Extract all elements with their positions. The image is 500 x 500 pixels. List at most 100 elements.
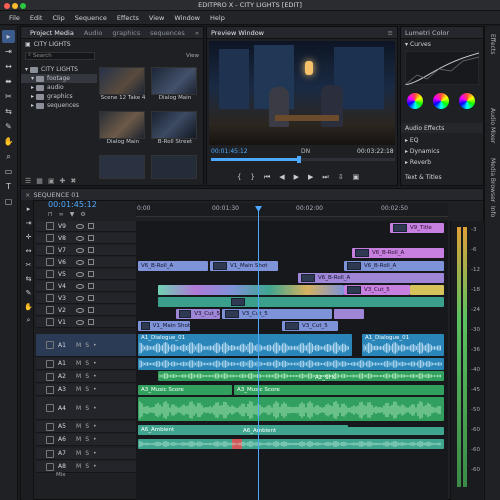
- sync-icon[interactable]: [88, 247, 94, 253]
- move-icon[interactable]: ✛: [22, 230, 35, 243]
- pen-tool-icon[interactable]: ✎: [2, 120, 15, 133]
- play-icon[interactable]: ▶: [294, 173, 299, 182]
- insert-icon[interactable]: ⇩: [338, 173, 344, 182]
- video-track-header[interactable]: V3: [36, 293, 136, 304]
- mark-in-icon[interactable]: {: [237, 173, 241, 182]
- rolling-tool-icon[interactable]: ⬌: [2, 75, 15, 88]
- mic-icon[interactable]: •: [93, 423, 97, 430]
- audio-track-header[interactable]: A8 M S •: [36, 461, 136, 473]
- lock-icon[interactable]: [46, 318, 54, 326]
- scrub-bar[interactable]: [211, 156, 395, 163]
- eye-icon[interactable]: [76, 259, 84, 265]
- sync-icon[interactable]: [88, 295, 94, 301]
- mic-icon[interactable]: •: [93, 373, 97, 380]
- effect-reverb[interactable]: ▸ Reverb: [405, 159, 431, 166]
- lock-icon[interactable]: [46, 282, 54, 290]
- media-browser-tab[interactable]: Media Browser: [489, 158, 496, 202]
- video-track-header[interactable]: V4: [36, 281, 136, 292]
- lock-icon[interactable]: [46, 359, 54, 368]
- razor-icon[interactable]: ✂: [22, 258, 35, 271]
- color-wheel-highlights[interactable]: [459, 93, 475, 109]
- menu-edit[interactable]: Edit: [25, 14, 48, 22]
- timecode-in[interactable]: 00:01:45:12: [211, 148, 248, 155]
- zoom-icon[interactable]: ⌕: [22, 314, 35, 327]
- audio-track-header[interactable]: A5 M S •: [36, 421, 136, 433]
- info-tab[interactable]: Info: [489, 206, 496, 217]
- video-track-header[interactable]: V7: [36, 245, 136, 256]
- audio-track-header[interactable]: A3 M S •: [36, 384, 136, 396]
- sync-icon[interactable]: [88, 223, 94, 229]
- video-track-header[interactable]: V8: [36, 233, 136, 244]
- mic-icon[interactable]: •: [93, 360, 97, 367]
- solo-icon[interactable]: S: [85, 405, 89, 412]
- audio-track-header[interactable]: A1 M S •: [36, 334, 136, 357]
- effects-tab[interactable]: Effects: [489, 34, 496, 54]
- grid-view-icon[interactable]: ▦: [36, 177, 43, 185]
- sync-icon[interactable]: [88, 283, 94, 289]
- audio-track-header[interactable]: A6 M S •: [36, 434, 136, 446]
- lock-icon[interactable]: [46, 404, 54, 412]
- curves-graph[interactable]: [405, 51, 479, 85]
- forward-select-icon[interactable]: ⇥: [22, 216, 35, 229]
- mute-icon[interactable]: M: [76, 423, 81, 430]
- mic-icon[interactable]: •: [93, 386, 97, 393]
- go-to-end-icon[interactable]: ⏭: [322, 173, 328, 182]
- solo-icon[interactable]: S: [85, 342, 89, 349]
- sync-icon[interactable]: [88, 259, 94, 265]
- timeline-timecode[interactable]: 00:01:45:12: [48, 200, 97, 209]
- sync-icon[interactable]: [88, 271, 94, 277]
- hand-tool-icon[interactable]: ✋: [2, 135, 15, 148]
- go-to-start-icon[interactable]: ⏮: [264, 173, 270, 182]
- audio-mixer-tab[interactable]: Audio Mixer: [489, 108, 496, 143]
- track-select-tool-icon[interactable]: ⇥: [2, 45, 15, 58]
- sync-icon[interactable]: [88, 319, 94, 325]
- media-thumbnail[interactable]: Dialog Main: [151, 67, 199, 101]
- mute-icon[interactable]: M: [76, 373, 81, 380]
- new-bin-icon[interactable]: ▣: [48, 177, 55, 185]
- media-thumbnail[interactable]: Dialog Main: [99, 111, 147, 145]
- audio-track-header[interactable]: A7 M S •: [36, 448, 136, 460]
- lock-icon[interactable]: [46, 306, 54, 314]
- eye-icon[interactable]: [76, 307, 84, 313]
- sequence-tab[interactable]: SEQUENCE 01: [33, 191, 79, 199]
- lock-icon[interactable]: [46, 246, 54, 254]
- lock-icon[interactable]: [46, 270, 54, 278]
- menu-sequence[interactable]: Sequence: [70, 14, 112, 22]
- pen-icon[interactable]: ✎: [22, 286, 35, 299]
- sync-icon[interactable]: [88, 235, 94, 241]
- tree-item[interactable]: ▸ graphics: [21, 92, 97, 101]
- audio-track-header[interactable]: A1 M S •: [36, 358, 136, 370]
- solo-icon[interactable]: S: [85, 386, 89, 393]
- tab-graphics[interactable]: graphics: [107, 29, 145, 37]
- lock-icon[interactable]: [46, 449, 54, 458]
- solo-icon[interactable]: S: [85, 373, 89, 380]
- mute-icon[interactable]: M: [76, 342, 81, 349]
- effect-dynamics[interactable]: ▸ Dynamics: [405, 148, 440, 155]
- tree-item[interactable]: ▸ sequences: [21, 101, 97, 110]
- menu-view[interactable]: View: [144, 14, 169, 22]
- new-item-icon[interactable]: ✚: [60, 177, 66, 185]
- mark-out-icon[interactable]: }: [250, 173, 254, 182]
- link-icon[interactable]: ∞: [59, 211, 64, 218]
- lock-icon[interactable]: [46, 372, 54, 381]
- select-tool-icon[interactable]: ▸: [2, 30, 15, 43]
- menu-clip[interactable]: Clip: [47, 14, 69, 22]
- video-frame[interactable]: [209, 41, 395, 145]
- lock-icon[interactable]: [46, 294, 54, 302]
- mute-icon[interactable]: M: [76, 405, 81, 412]
- mute-icon[interactable]: M: [76, 436, 81, 443]
- lock-icon[interactable]: [46, 222, 54, 230]
- menu-window[interactable]: Window: [169, 14, 205, 22]
- lock-icon[interactable]: [46, 435, 54, 444]
- text-titles-item[interactable]: Text & Titles: [405, 174, 442, 181]
- menu-effects[interactable]: Effects: [112, 14, 144, 22]
- tracks-area[interactable]: V9_Title V6_B-Roll_A V6_B-Roll_A V1_Main…: [136, 221, 448, 500]
- solo-icon[interactable]: S: [85, 450, 89, 457]
- eye-icon[interactable]: [76, 319, 84, 325]
- comment-tool-icon[interactable]: ▢: [2, 195, 15, 208]
- settings-icon[interactable]: ⚙: [80, 211, 85, 218]
- playhead-handle[interactable]: [297, 156, 302, 163]
- audio-track-header[interactable]: A4 M S •: [36, 397, 136, 420]
- media-thumbnail[interactable]: Scene 12 Take 4: [99, 67, 147, 101]
- tree-item[interactable]: ▾ footage: [21, 74, 97, 83]
